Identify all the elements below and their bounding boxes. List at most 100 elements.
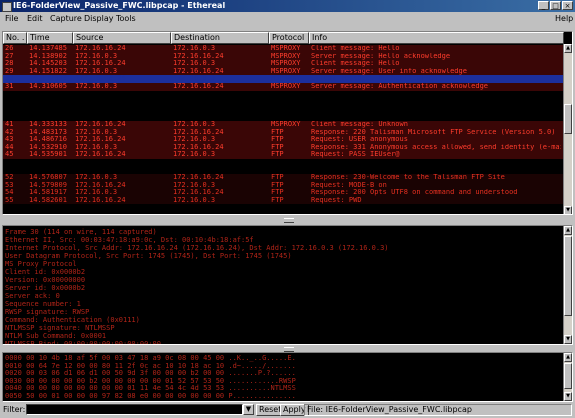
packet-cell-src: 172.16.0.3 (75, 82, 118, 90)
packet-row[interactable]: 42 14.483173 172.16.0.3 172.16.16.24 FTP Resp… (3, 128, 572, 137)
splitter-grip[interactable] (284, 218, 294, 223)
packet-row[interactable]: 31 14.310605 172.16.0.3 172.16.16.24 MSPROXY… (3, 82, 572, 91)
filter-input[interactable] (26, 404, 243, 415)
packet-list-scrollbar[interactable]: ▲ ▼ (563, 44, 572, 214)
packet-detail-scrollbar[interactable]: ▲ ▼ (563, 226, 572, 344)
packet-cell-info: Client message: Hello (311, 45, 400, 52)
scroll-down-arrow-icon[interactable]: ▼ (564, 206, 572, 214)
detail-tree-item[interactable]: NTLMSSP signature: NTLMSSP (5, 324, 389, 332)
column-header-protocol[interactable]: Protocol (269, 32, 309, 44)
menu-edit[interactable]: Edit (24, 12, 46, 25)
packet-row[interactable] (3, 113, 572, 121)
filter-dropdown-arrow-icon[interactable]: ▼ (243, 404, 254, 415)
scroll-down-arrow-icon[interactable]: ▼ (564, 392, 572, 401)
packet-cell-info: Client message: Authentication (311, 75, 438, 83)
packet-cell-proto: FTP (271, 189, 284, 197)
detail-tree-item[interactable]: Server id: 0x0000b2 (5, 284, 389, 292)
scrollbar-thumb[interactable] (564, 236, 572, 316)
packet-row[interactable]: 26 14.137485 172.16.16.24 172.16.0.3 MSPROXY… (3, 45, 572, 53)
packet-detail-pane[interactable]: Frame 30 (114 on wire, 114 captured) Ethe… (2, 225, 573, 345)
scroll-up-arrow-icon[interactable]: ▲ (564, 44, 572, 53)
packet-cell-dst: 172.16.16.24 (173, 174, 224, 182)
packet-row[interactable] (3, 90, 572, 99)
column-header-info[interactable]: Info (309, 32, 564, 44)
menu-tools[interactable]: Tools (113, 12, 139, 25)
packet-cell-info: Request: MODE-B on (311, 181, 387, 189)
menu-file[interactable]: File (2, 12, 21, 25)
detail-tree-item[interactable]: Ethernet II, Src: 00:03:47:18:a9:0c, Dst… (5, 236, 389, 244)
packet-cell-src: 172.16.16.24 (75, 120, 126, 128)
packet-cell-time: 14.576807 (29, 174, 67, 182)
packet-cell-src: 172.16.0.3 (75, 143, 118, 151)
menu-capture[interactable]: Capture (47, 12, 85, 25)
packet-cell-no: 42 (5, 128, 14, 136)
packet-row[interactable]: 41 14.333133 172.16.16.24 172.16.0.3 MSPROXY… (3, 120, 572, 129)
maximize-button[interactable]: □ (550, 1, 561, 10)
detail-tree-item[interactable]: Server ack: 0 (5, 292, 389, 300)
packet-row[interactable]: 55 14.582601 172.16.16.24 172.16.0.3 FTP Requ… (3, 196, 572, 205)
packet-bytes-pane[interactable]: 0000 00 10 4b 18 af 5f 00 03 47 18 a9 0c… (2, 352, 573, 402)
packet-cell-info: Client message: Unknown (311, 120, 408, 128)
column-header-destination[interactable]: Destination (171, 32, 269, 44)
detail-tree-item[interactable]: Frame 30 (114 on wire, 114 captured) (5, 228, 389, 236)
packet-row[interactable]: 44 14.532910 172.16.0.3 172.16.16.24 FTP Resp… (3, 143, 572, 152)
packet-row[interactable] (3, 158, 572, 167)
packet-cell-src: 172.16.0.3 (75, 189, 118, 197)
scroll-up-arrow-icon[interactable]: ▲ (564, 226, 572, 235)
packet-row[interactable]: 52 14.576807 172.16.0.3 172.16.16.24 FTP Resp… (3, 174, 572, 182)
packet-cell-src: 172.16.0.3 (75, 128, 118, 136)
packet-row[interactable]: 29 14.151822 172.16.0.3 172.16.16.24 MSPROXY… (3, 67, 572, 76)
packet-cell-dst: 172.16.0.3 (173, 181, 216, 189)
column-header-no[interactable]: No. . (3, 32, 27, 44)
packet-row[interactable]: 53 14.579809 172.16.16.24 172.16.0.3 FTP Requ… (3, 181, 572, 190)
scroll-down-arrow-icon[interactable]: ▼ (564, 335, 572, 344)
detail-tree-item[interactable]: Client id: 0x0000b2 (5, 268, 389, 276)
detail-tree-item[interactable]: Internet Protocol, Src Addr: 172.16.16.2… (5, 244, 389, 252)
packet-row[interactable]: 27 14.138902 172.16.0.3 172.16.16.24 MSPROXY… (3, 52, 572, 61)
detail-tree-item[interactable]: Sequence number: 1 (5, 300, 389, 308)
packet-row[interactable]: 30 14.152310 172.16.16.24 172.16.0.3 MSPROXY… (3, 75, 572, 83)
menu-help[interactable]: Help (552, 12, 575, 25)
packet-cell-proto: MSPROXY (271, 75, 301, 83)
packet-row[interactable]: 54 14.581917 172.16.0.3 172.16.16.24 FTP Resp… (3, 189, 572, 197)
detail-tree-item[interactable]: User Datagram Protocol, Src Port: 1745 (… (5, 252, 389, 260)
detail-tree-item[interactable]: Version: 0x00000000 (5, 276, 389, 284)
scrollbar-thumb[interactable] (564, 104, 572, 134)
scroll-up-arrow-icon[interactable]: ▲ (564, 353, 572, 362)
packet-row[interactable]: 28 14.145203 172.16.16.24 172.16.0.3 MSPROXY… (3, 60, 572, 68)
scrollbar-thumb[interactable] (564, 363, 572, 389)
column-header-source[interactable]: Source (73, 32, 171, 44)
packet-cell-no: 27 (5, 52, 14, 60)
packet-cell-info: Response: 220 Talisman Microsoft FTP Ser… (311, 128, 556, 136)
packet-cell-time: 14.151822 (29, 67, 67, 75)
packet-row[interactable] (3, 98, 572, 106)
detail-tree-item[interactable]: RWSP signature: RWSP (5, 308, 389, 316)
packet-cell-dst: 172.16.0.3 (173, 45, 216, 52)
packet-cell-no: 54 (5, 189, 14, 197)
packet-cell-info: Request: PASS IEUser@ (311, 151, 400, 159)
packet-row[interactable]: 45 14.535901 172.16.16.24 172.16.0.3 FTP Requ… (3, 151, 572, 159)
detail-tree-item[interactable]: NTLM Sub Command: 0x0001 (5, 332, 389, 340)
packet-row[interactable] (3, 105, 572, 114)
close-button[interactable]: × (562, 1, 573, 10)
packet-cell-no: 31 (5, 82, 14, 90)
packet-cell-no: 53 (5, 181, 14, 189)
list-detail-splitter[interactable] (0, 217, 575, 223)
app-icon[interactable] (2, 2, 12, 12)
packet-list-pane[interactable]: No. . Time Source Destination Protocol I… (2, 31, 573, 215)
hex-dump: 0000 00 10 4b 18 af 5f 00 03 47 18 a9 0c… (5, 354, 296, 400)
column-header-time[interactable]: Time (27, 32, 73, 44)
packet-row[interactable] (3, 166, 572, 175)
packet-cell-info: Server message: User info acknowledge (311, 67, 467, 75)
packet-bytes-scrollbar[interactable]: ▲ ▼ (563, 353, 572, 401)
packet-row[interactable]: 43 14.486716 172.16.16.24 172.16.0.3 FTP Requ… (3, 136, 572, 144)
detail-tree-item[interactable]: Command: Authentication (0x0111) (5, 316, 389, 324)
detail-tree-item[interactable]: NTLMSSP Bind: 00:00:00:00:00:00:00:00 (5, 340, 389, 344)
minimize-button[interactable]: _ (538, 1, 549, 10)
menu-display[interactable]: Display (81, 12, 117, 25)
packet-cell-info: Client message: Hello (311, 60, 400, 68)
packet-cell-time: 14.535901 (29, 151, 67, 159)
packet-cell-no: 41 (5, 120, 14, 128)
detail-tree-item[interactable]: MS Proxy Protocol (5, 260, 389, 268)
packet-cell-no: 28 (5, 60, 14, 68)
